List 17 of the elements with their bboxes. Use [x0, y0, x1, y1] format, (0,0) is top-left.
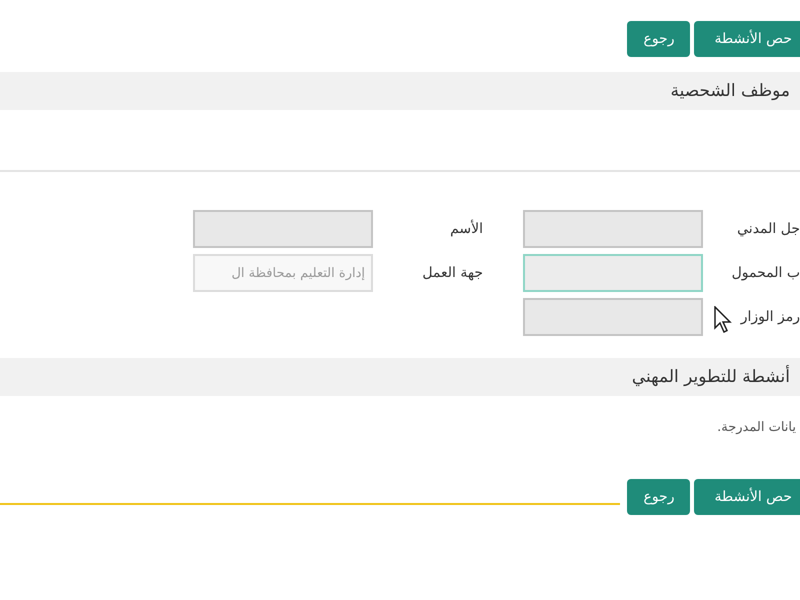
field-label: جل المدني — [736, 221, 800, 237]
input-field[interactable] — [523, 210, 703, 248]
field-label: ب المحمول — [730, 265, 800, 281]
activities-button[interactable]: حص الأنشطة — [694, 21, 800, 57]
section-title: موظف الشحصية — [670, 81, 790, 101]
activities-button[interactable]: حص الأنشطة — [694, 479, 800, 515]
back-button[interactable]: رجوع — [627, 479, 690, 515]
field-label: جهة العمل — [421, 265, 483, 281]
field-label: الأسم — [449, 221, 483, 237]
note-text: يانات المدرجة. — [716, 419, 797, 435]
input-field[interactable] — [193, 210, 373, 248]
back-button[interactable]: رجوع — [627, 21, 690, 57]
section-title: أنشطة للتطوير المهني — [632, 367, 790, 387]
cursor-icon — [714, 306, 732, 334]
input-field[interactable] — [523, 254, 703, 292]
input-field[interactable] — [523, 298, 703, 336]
field-label: رمز الوزار — [739, 309, 800, 325]
